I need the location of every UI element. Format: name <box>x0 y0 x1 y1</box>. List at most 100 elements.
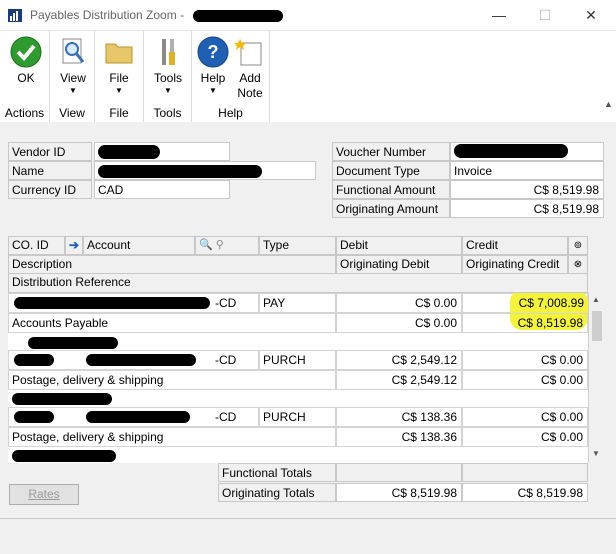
document-type-field: Invoice <box>450 161 604 180</box>
redacted-row2-reference <box>12 393 112 405</box>
row1-orig-debit: C$ 0.00 <box>336 313 462 333</box>
note-icon <box>234 39 262 66</box>
row1-type[interactable]: PAY <box>259 293 336 313</box>
functional-totals-label: Functional Totals <box>218 463 336 482</box>
group-label-file: File <box>109 106 129 120</box>
group-tools: Tools ▼ Tools <box>144 31 192 123</box>
col-header-co-id: CO. ID <box>8 236 65 255</box>
currency-id-label: Currency ID <box>8 180 92 199</box>
redacted-row2-account <box>86 354 196 366</box>
add-note-label-2: Note <box>237 86 263 100</box>
chevron-down-icon: ▼ <box>115 86 123 95</box>
functional-amount-label: Functional Amount <box>332 180 450 199</box>
row1-account-suffix: -CD <box>215 296 237 310</box>
functional-totals-debit <box>336 463 462 482</box>
help-button[interactable]: ? Help ▼ <box>195 36 231 96</box>
group-file: File ▼ File <box>95 31 144 123</box>
lookup-icon: 🔍 <box>199 239 213 251</box>
row2-description: Postage, delivery & shipping <box>8 370 336 390</box>
close-icon: ✕ <box>585 7 597 23</box>
redacted-row1-account <box>14 297 210 309</box>
ribbon: OK Actions View ▼ View File ▼ File Tools… <box>0 30 616 123</box>
tools-label: Tools <box>153 71 182 85</box>
originating-amount-label: Originating Amount <box>332 199 450 218</box>
ok-label: OK <box>17 71 35 85</box>
col-header-originating-debit: Originating Debit <box>336 255 462 274</box>
redacted-vendor-id <box>98 145 160 159</box>
view-label: View <box>60 71 86 85</box>
title-bar: Payables Distribution Zoom - — ☐ ✕ <box>0 0 616 30</box>
group-label-actions: Actions <box>4 106 45 120</box>
row2-orig-debit: C$ 2,549.12 <box>336 370 462 390</box>
app-icon <box>8 9 22 22</box>
group-view: View ▼ View <box>50 31 95 123</box>
row3-credit[interactable]: C$ 0.00 <box>462 407 588 427</box>
group-label-help: Help <box>218 106 243 120</box>
tools-icon <box>162 39 175 65</box>
grid-scrollbar[interactable]: ▲ ▼ <box>588 293 604 463</box>
expand-rows-icon[interactable]: ⊗ <box>568 255 588 274</box>
group-label-tools: Tools <box>153 106 182 120</box>
link-icon: ⚲ <box>215 239 224 251</box>
originating-totals-debit: C$ 8,519.98 <box>336 483 462 502</box>
col-header-credit: Credit <box>462 236 568 255</box>
vendor-id-label: Vendor ID <box>8 142 92 161</box>
tools-button[interactable]: Tools ▼ <box>148 36 188 96</box>
originating-totals-credit: C$ 8,519.98 <box>462 483 588 502</box>
row3-orig-credit: C$ 0.00 <box>462 427 588 447</box>
svg-text:?: ? <box>208 42 219 62</box>
currency-id-field: CAD <box>94 180 230 199</box>
help-icon: ? <box>197 36 229 68</box>
row3-type[interactable]: PURCH <box>259 407 336 427</box>
add-note-label-1: Add <box>239 71 261 85</box>
maximize-button[interactable]: ☐ <box>530 6 560 24</box>
functional-totals-credit <box>462 463 588 482</box>
redacted-title <box>193 10 283 22</box>
minimize-button[interactable]: — <box>484 6 514 24</box>
folder-icon <box>105 43 133 64</box>
file-button[interactable]: File ▼ <box>100 36 138 96</box>
account-lookup-icons[interactable]: 🔍 ⚲ <box>195 236 259 255</box>
col-header-distribution-reference: Distribution Reference <box>8 274 588 293</box>
row3-account-suffix: -CD <box>215 410 237 424</box>
close-button[interactable]: ✕ <box>576 6 606 24</box>
window-body: Vendor ID Name Currency ID CAD Voucher N… <box>0 122 616 554</box>
ok-button[interactable]: OK <box>6 36 46 86</box>
view-button[interactable]: View ▼ <box>54 36 92 96</box>
row3-orig-debit: C$ 138.36 <box>336 427 462 447</box>
col-header-account: Account <box>83 236 195 255</box>
col-header-originating-credit: Originating Credit <box>462 255 568 274</box>
scroll-thumb[interactable] <box>592 311 602 341</box>
chevron-down-icon: ▼ <box>209 86 217 95</box>
collapse-rows-icon[interactable]: ⊚ <box>568 236 588 255</box>
chevron-down-icon: ▼ <box>164 86 172 95</box>
ribbon-collapse-icon[interactable]: ▲ <box>604 99 613 109</box>
col-header-debit: Debit <box>336 236 462 255</box>
redacted-row3-co <box>14 411 54 423</box>
row3-debit[interactable]: C$ 138.36 <box>336 407 462 427</box>
scroll-down-icon[interactable]: ▼ <box>592 449 600 458</box>
col-header-description: Description <box>8 255 336 274</box>
redacted-row2-co <box>14 354 54 366</box>
minimize-icon: — <box>492 7 506 23</box>
status-divider <box>0 518 616 519</box>
chevron-down-icon: ▼ <box>69 86 77 95</box>
row1-debit[interactable]: C$ 0.00 <box>336 293 462 313</box>
row2-debit[interactable]: C$ 2,549.12 <box>336 350 462 370</box>
window-title: Payables Distribution Zoom - <box>30 8 185 22</box>
add-note-button[interactable]: Add Note <box>231 36 269 101</box>
arrow-right-icon[interactable]: ➔ <box>65 236 83 255</box>
rates-button[interactable]: Rates <box>9 484 79 505</box>
row2-type[interactable]: PURCH <box>259 350 336 370</box>
row1-orig-credit: C$ 8,519.98 <box>462 313 588 333</box>
row2-credit[interactable]: C$ 0.00 <box>462 350 588 370</box>
redacted-row1-reference <box>28 337 118 349</box>
maximize-icon: ☐ <box>538 7 552 23</box>
row1-description: Accounts Payable <box>8 313 336 333</box>
scroll-up-icon[interactable]: ▲ <box>592 295 600 304</box>
distribution-grid: -CD PAY C$ 0.00 C$ 7,008.99 Accounts Pay… <box>8 293 588 463</box>
functional-amount-field: C$ 8,519.98 <box>450 180 604 199</box>
voucher-number-label: Voucher Number <box>332 142 450 161</box>
magnifier-document-icon <box>62 38 85 64</box>
file-label: File <box>109 71 129 85</box>
